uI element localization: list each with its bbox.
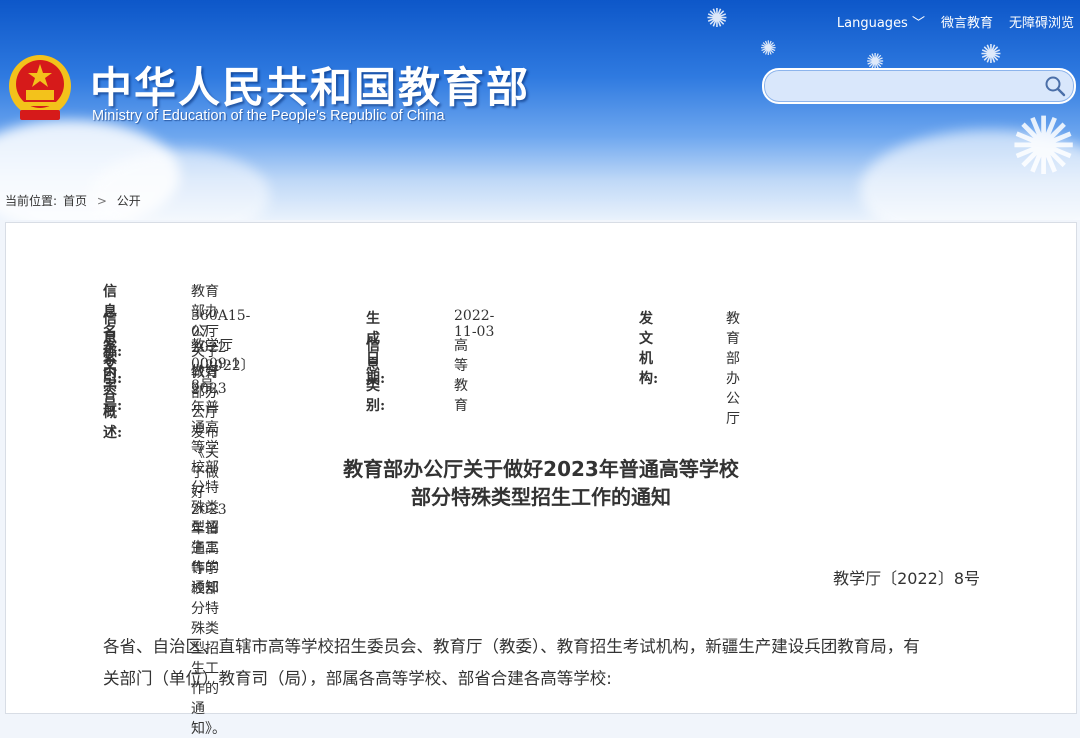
top-links: Languages ﹀ 微言教育 无障碍浏览 (837, 12, 1074, 31)
languages-link[interactable]: Languages ﹀ (837, 12, 925, 31)
document-body: 各省、自治区、直辖市高等学校招生委员会、教育厅（教委）、教育招生考试机构，新疆生… (103, 631, 983, 695)
body-line: 关部门（单位）教育司（局），部属各高等学校、部省合建各高等学校: (103, 669, 612, 688)
breadcrumb: 当前位置: 首页 > 公开 (5, 192, 147, 209)
breadcrumb-home-link[interactable]: 首页 (63, 194, 87, 208)
document-title-line: 教育部办公厅关于做好2023年普通高等学校 (343, 457, 739, 481)
breadcrumb-separator: > (96, 194, 107, 208)
meta-key: 内容概述: (103, 365, 123, 441)
national-emblem-icon (9, 55, 71, 120)
weiyan-link[interactable]: 微言教育 (941, 12, 993, 31)
site-title-en: Ministry of Education of the People's Re… (92, 108, 445, 124)
meta-key: 发文机构: (639, 311, 659, 387)
document-number: 教学厅〔2022〕8号 (833, 569, 980, 588)
body-line: 各省、自治区、直辖市高等学校招生委员会、教育厅（教委）、教育招生考试机构，新疆生… (103, 637, 920, 656)
meta-key: 信息类别: (366, 338, 386, 414)
accessibility-link[interactable]: 无障碍浏览 (1009, 12, 1074, 31)
search-icon[interactable] (1044, 75, 1066, 97)
dandelion-decoration: ✺ (1010, 100, 1078, 193)
site-header: ✺ ✺ ✺ ✺ ✺ Languages ﹀ 微言教育 无障碍浏览 中华人民共和国… (0, 0, 1080, 220)
search-input[interactable] (778, 74, 1032, 98)
dandelion-decoration: ✺ (980, 40, 1002, 70)
search-box (762, 68, 1076, 104)
document-title-line: 部分特殊类型招生工作的通知 (411, 485, 671, 509)
meta-value-category: 高等教育 (454, 338, 468, 414)
document-title: 教育部办公厅关于做好2023年普通高等学校 部分特殊类型招生工作的通知 (6, 455, 1076, 511)
breadcrumb-label: 当前位置: (5, 194, 58, 208)
breadcrumb-current-link[interactable]: 公开 (117, 194, 141, 208)
content-panel: 信息名称: 教育部办公厅关于做好2023年普通高等学校部分特殊类型招生工作的通知… (5, 222, 1077, 737)
dandelion-decoration: ✺ (706, 4, 728, 34)
meta-value-org: 教育部办公厅 (726, 311, 740, 427)
site-title-cn: 中华人民共和国教育部 (90, 63, 531, 112)
dandelion-decoration: ✺ (760, 36, 777, 60)
